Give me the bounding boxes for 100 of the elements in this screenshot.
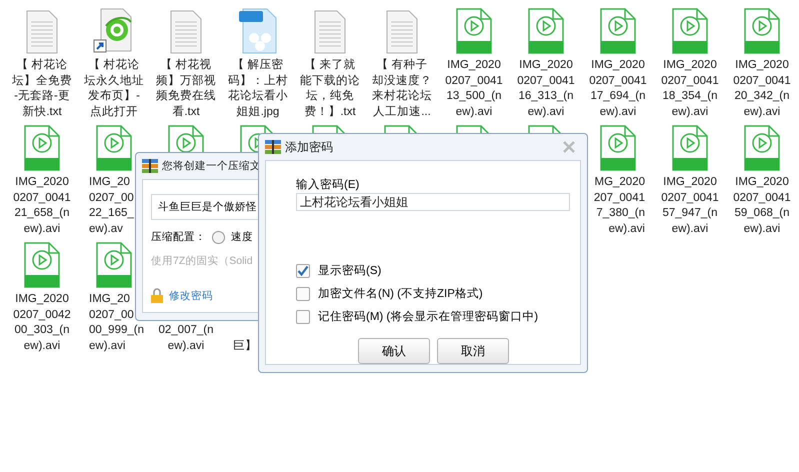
file-name: ew).avi	[672, 104, 708, 120]
file-name: ew).avi	[456, 104, 492, 120]
archive-icon	[142, 159, 158, 173]
file-name: ew).avi	[608, 222, 645, 236]
file-name: 20_342_(n	[734, 89, 790, 104]
file-name: 【 村花论	[88, 58, 140, 73]
file-name: 点此打开	[90, 104, 138, 120]
close-icon[interactable]	[563, 141, 575, 153]
file-name: ew).avi	[744, 104, 780, 120]
file-name: IMG_2020	[591, 58, 645, 73]
file-name: 发布页】-	[88, 89, 140, 104]
text-file-icon[interactable]	[170, 10, 202, 54]
file-name: 看.txt	[172, 104, 200, 120]
file-name: 【 村花视	[160, 58, 212, 73]
file-name: 码】：上村	[228, 74, 288, 88]
archive-icon	[265, 140, 281, 154]
file-name: 0207_0041	[661, 74, 719, 88]
file-name: 207_0041	[594, 190, 645, 206]
solid-note: 使用7Z的固实（Solid	[151, 254, 254, 268]
image-file-icon[interactable]	[238, 8, 278, 54]
file-name: 【 村花论	[16, 58, 68, 73]
file-name: 【 有种子	[376, 58, 428, 73]
password-field[interactable]: 上村花论坛看小姐姐	[296, 193, 570, 211]
file-name: 0207_00	[89, 190, 134, 206]
file-name: 0207_0041	[517, 74, 575, 88]
file-name: ew).avi	[672, 222, 708, 236]
file-name: 0207_0041	[661, 190, 719, 206]
text-file-icon[interactable]	[314, 10, 346, 54]
file-name: IMG_2020	[663, 58, 717, 73]
change-password-link[interactable]: 修改密码	[169, 288, 213, 302]
file-name: -无套路-更	[14, 89, 70, 104]
file-name: 坛，纯免	[306, 89, 354, 104]
file-name: ew).avi	[528, 104, 564, 120]
file-name: IMG_2020	[15, 175, 69, 190]
file-name: 频免费在线	[156, 89, 216, 104]
checkbox[interactable]	[296, 264, 310, 278]
file-name: 却没速度？	[372, 74, 432, 88]
file-name: IMG_2020	[735, 175, 789, 190]
file-name: 费！】.txt	[304, 104, 356, 120]
checkbox[interactable]	[296, 310, 310, 324]
file-name: 花论坛看小	[228, 89, 288, 104]
file-name: IMG_20	[89, 175, 130, 190]
file-name: 坛】全免费	[12, 74, 72, 88]
file-name: 59_068_(n	[734, 206, 790, 221]
speed-radio[interactable]	[212, 230, 225, 244]
file-name: 【 解压密	[232, 58, 284, 73]
file-name: IMG_2020	[447, 58, 501, 73]
file-name: IMG_20	[89, 292, 130, 307]
text-file-icon[interactable]	[26, 10, 58, 54]
option-label: 记住密码(M) (将会显示在管理密码窗口中)	[318, 309, 538, 324]
radio-label: 速度	[231, 230, 253, 244]
file-name: 16_313_(n	[518, 89, 574, 104]
file-name: 0207_0041	[589, 74, 647, 88]
file-name: 来村花论坛	[372, 89, 432, 104]
file-name: 0207_0041	[445, 74, 503, 88]
file-name: 21_658_(n	[14, 206, 70, 221]
dialog-button[interactable]: 取消	[437, 338, 509, 364]
file-name: ew).avi	[89, 338, 126, 354]
lock-icon	[151, 288, 163, 303]
text-file-icon[interactable]	[386, 10, 418, 54]
file-name: 02_007_(n	[158, 323, 214, 338]
file-name: 0207_0041	[13, 190, 71, 206]
password-label: 输入密码(E)	[296, 177, 360, 192]
file-name: 22_165_	[89, 206, 134, 221]
dialog-title: 添加密码	[285, 138, 333, 156]
file-name: 【 来了就	[304, 58, 356, 73]
file-name: 7_380_(n	[596, 206, 645, 221]
file-name: 0207_0042	[13, 308, 71, 322]
file-name: ew).avi	[600, 104, 636, 120]
file-name: IMG_2020	[735, 58, 789, 73]
file-name: 能下载的论	[300, 74, 360, 88]
dialog-button[interactable]: 确认	[358, 338, 430, 364]
file-name: 人工加速...	[373, 104, 431, 120]
file-name: IMG_2020	[519, 58, 573, 73]
file-name: 17_694_(n	[590, 89, 646, 104]
file-name: ew).avi	[168, 338, 204, 354]
file-name: 新快.txt	[22, 104, 62, 120]
file-name: 频】万部视	[156, 74, 216, 88]
file-name: IMG_2020	[15, 292, 69, 307]
file-name: 57_947_(n	[662, 206, 718, 221]
file-name: 00_303_(n	[14, 323, 70, 338]
file-name: 00_999_(n	[89, 323, 144, 338]
file-name: ew).avi	[744, 222, 780, 236]
file-name: MG_2020	[594, 175, 645, 190]
file-name: 0207_0041	[733, 190, 791, 206]
config-label: 压缩配置：	[151, 230, 206, 244]
checkbox[interactable]	[296, 286, 310, 300]
file-name: ew).avi	[24, 222, 60, 236]
file-name: 18_354_(n	[662, 89, 718, 104]
file-name: 坛永久地址	[84, 74, 144, 88]
file-name: IMG_2020	[663, 175, 717, 190]
file-name: ew).avi	[24, 338, 60, 354]
file-name: 姐姐.jpg	[236, 104, 280, 120]
option-label: 加密文件名(N) (不支持ZIP格式)	[318, 286, 483, 301]
file-name: 0207_0041	[733, 74, 791, 88]
file-name: 13_500_(n	[446, 89, 502, 104]
file-name: 0207_00	[89, 308, 134, 322]
file-name: ew).av	[89, 222, 123, 236]
option-label: 显示密码(S)	[318, 263, 382, 278]
file-name: 巨】	[233, 338, 257, 354]
